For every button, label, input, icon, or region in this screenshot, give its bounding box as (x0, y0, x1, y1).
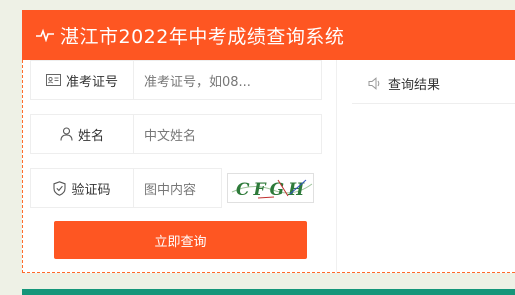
pulse-icon (36, 28, 54, 42)
exam-number-placeholder: 准考证号，如08... (144, 74, 251, 90)
name-placeholder: 中文姓名 (144, 128, 197, 144)
name-row: 姓名 中文姓名 (30, 114, 322, 154)
exam-number-input[interactable]: 准考证号，如08... (133, 60, 322, 100)
captcha-image[interactable]: CFGH (227, 173, 314, 203)
results-title: 查询结果 (388, 77, 441, 93)
captcha-label: 验证码 (71, 182, 111, 198)
captcha-input[interactable]: 图中内容 (133, 168, 222, 208)
submit-button[interactable]: 立即查询 (54, 221, 307, 259)
column-divider (336, 60, 337, 273)
submit-label: 立即查询 (154, 234, 207, 250)
shield-check-icon (53, 180, 67, 196)
captcha-label-box: 验证码 (30, 168, 133, 208)
name-input[interactable]: 中文姓名 (133, 114, 322, 154)
captcha-placeholder: 图中内容 (144, 182, 197, 198)
exam-number-row: 准考证号 准考证号，如08... (30, 60, 322, 100)
id-card-icon (45, 74, 61, 86)
page-title: 湛江市2022年中考成绩查询系统 (60, 25, 345, 48)
user-icon (60, 127, 73, 141)
speaker-icon (368, 76, 380, 90)
exam-number-label: 准考证号 (65, 74, 118, 90)
name-label-box: 姓名 (30, 114, 133, 154)
page-header: 湛江市2022年中考成绩查询系统 (22, 10, 515, 60)
name-label: 姓名 (77, 128, 104, 144)
bottom-bar (22, 289, 515, 295)
results-header: 查询结果 (352, 63, 515, 104)
exam-number-label-box: 准考证号 (30, 60, 133, 100)
